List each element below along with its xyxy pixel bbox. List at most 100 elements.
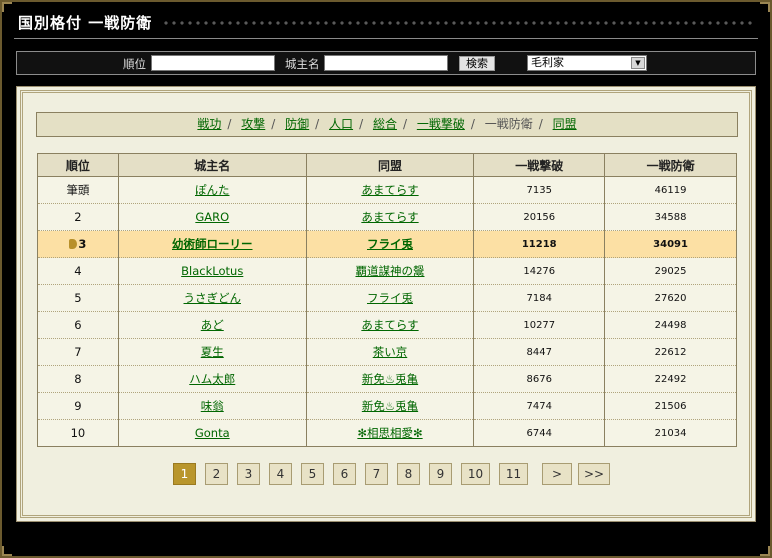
defense-cell: 21506 <box>604 392 737 420</box>
defense-cell: 27620 <box>604 284 737 312</box>
frame-corner <box>760 546 770 556</box>
next-page-button[interactable]: > <box>542 463 572 485</box>
page-button-6[interactable]: 6 <box>333 463 356 485</box>
page-button-8[interactable]: 8 <box>397 463 420 485</box>
tab-separator: / <box>315 117 320 131</box>
rank-cell: 6 <box>37 311 119 339</box>
lord-name-label: 城主名 <box>285 57 320 71</box>
current-user-marker-icon <box>69 239 78 249</box>
table-row: 10 Gonta ✻相思相愛✻ 6744 21034 <box>37 419 737 447</box>
alliance-link[interactable]: フライ兎 <box>367 291 413 305</box>
defense-cell: 46119 <box>604 176 737 204</box>
win-cell: 14276 <box>473 257 606 285</box>
search-bar: 順位 城主名 検索 毛利家 ▼ <box>16 51 756 75</box>
frame-corner <box>760 2 770 12</box>
defense-cell: 22612 <box>604 338 737 366</box>
page-button-7[interactable]: 7 <box>365 463 388 485</box>
lord-link[interactable]: Gonta <box>195 426 230 440</box>
ranking-table: 順位 城主名 同盟 一戦撃破 一戦防衛 筆頭 ぽんた あまてらす 7135 46… <box>37 153 737 447</box>
page-title: 国別格付 一戦防衛 <box>18 14 153 32</box>
country-select[interactable]: 毛利家 ▼ <box>527 55 647 71</box>
chevron-down-icon[interactable]: ▼ <box>631 57 645 69</box>
table-row: 筆頭 ぽんた あまてらす 7135 46119 <box>37 176 737 204</box>
lord-link[interactable]: うさぎどん <box>184 291 242 305</box>
rank-cell: 7 <box>37 338 119 366</box>
lord-link[interactable]: GARO <box>195 210 229 224</box>
rank-cell: 5 <box>37 284 119 312</box>
tab-defense[interactable]: 防御 <box>285 117 309 131</box>
page-button-11[interactable]: 11 <box>499 463 528 485</box>
lord-link[interactable]: 夏生 <box>201 345 224 359</box>
win-cell: 8447 <box>473 338 606 366</box>
page-button-9[interactable]: 9 <box>429 463 452 485</box>
rank-label: 順位 <box>123 57 146 71</box>
alliance-link[interactable]: 新免♨兎亀 <box>362 399 418 413</box>
tab-single-battle-defense-current: 一戦防衛 <box>484 117 533 131</box>
header-single-defense: 一戦防衛 <box>604 153 737 177</box>
alliance-link[interactable]: 覇道謀神の鬶 <box>355 264 424 278</box>
alliance-link[interactable]: フライ兎 <box>367 237 413 251</box>
rank-cell: 2 <box>37 203 119 231</box>
page-button-2[interactable]: 2 <box>205 463 228 485</box>
win-cell: 7474 <box>473 392 606 420</box>
table-row: 4 BlackLotus 覇道謀神の鬶 14276 29025 <box>37 257 737 285</box>
tab-population[interactable]: 人口 <box>329 117 353 131</box>
rank-cell: 9 <box>37 392 119 420</box>
page-button-3[interactable]: 3 <box>237 463 260 485</box>
defense-cell: 34091 <box>604 230 737 258</box>
tab-overall[interactable]: 総合 <box>373 117 397 131</box>
alliance-link[interactable]: あまてらす <box>361 210 418 224</box>
tab-separator: / <box>227 117 232 131</box>
alliance-link[interactable]: ✻相思相愛✻ <box>357 426 422 440</box>
page-button-5[interactable]: 5 <box>301 463 324 485</box>
alliance-link[interactable]: あまてらす <box>361 318 418 332</box>
lord-link[interactable]: 幼術師ローリー <box>172 237 253 251</box>
lord-link[interactable]: ハム太郎 <box>189 372 235 386</box>
header-single-win: 一戦撃破 <box>473 153 606 177</box>
lord-link[interactable]: BlackLotus <box>181 264 243 278</box>
defense-cell: 24498 <box>604 311 737 339</box>
lord-name-input[interactable] <box>324 55 448 71</box>
tab-separator: / <box>470 117 475 131</box>
alliance-link[interactable]: 新免♨兎亀 <box>362 372 418 386</box>
tab-alliance[interactable]: 同盟 <box>553 117 577 131</box>
tab-senkou[interactable]: 戦功 <box>197 117 221 131</box>
table-row-highlighted: 3 幼術師ローリー フライ兎 11218 34091 <box>37 230 737 258</box>
page-button-4[interactable]: 4 <box>269 463 292 485</box>
tab-attack[interactable]: 攻撃 <box>241 117 265 131</box>
rank-cell: 3 <box>78 237 87 251</box>
win-cell: 10277 <box>473 311 606 339</box>
tab-single-battle-win[interactable]: 一戦撃破 <box>417 117 465 131</box>
tab-separator: / <box>271 117 276 131</box>
win-cell: 11218 <box>473 230 606 258</box>
alliance-link[interactable]: 茶い京 <box>373 345 408 359</box>
lord-link[interactable]: ぽんた <box>195 183 230 197</box>
win-cell: 6744 <box>473 419 606 447</box>
win-cell: 7135 <box>473 176 606 204</box>
defense-cell: 29025 <box>604 257 737 285</box>
ranking-tabs: 戦功 / 攻撃 / 防御 / 人口 / 総合 / 一戦撃破 / 一戦防衛 / 同盟 <box>36 112 738 137</box>
header-alliance: 同盟 <box>305 153 475 177</box>
search-button[interactable]: 検索 <box>459 56 495 71</box>
frame-corner <box>2 2 12 12</box>
page-button-1[interactable]: 1 <box>173 463 196 485</box>
table-header-row: 順位 城主名 同盟 一戦撃破 一戦防衛 <box>37 153 737 177</box>
lord-link[interactable]: 味翁 <box>201 399 224 413</box>
win-cell: 7184 <box>473 284 606 312</box>
defense-cell: 22492 <box>604 365 737 393</box>
tab-separator: / <box>538 117 543 131</box>
header-lord: 城主名 <box>117 153 307 177</box>
title-decoration <box>162 20 752 26</box>
alliance-link[interactable]: あまてらす <box>361 183 418 197</box>
table-row: 8 ハム太郎 新免♨兎亀 8676 22492 <box>37 365 737 393</box>
page-button-10[interactable]: 10 <box>461 463 490 485</box>
rank-cell: 筆頭 <box>37 176 119 204</box>
table-row: 9 味翁 新免♨兎亀 7474 21506 <box>37 392 737 420</box>
lord-link[interactable]: あど <box>201 318 224 332</box>
table-row: 2 GARO あまてらす 20156 34588 <box>37 203 737 231</box>
table-row: 6 あど あまてらす 10277 24498 <box>37 311 737 339</box>
defense-cell: 21034 <box>604 419 737 447</box>
last-page-button[interactable]: >> <box>578 463 610 485</box>
defense-cell: 34588 <box>604 203 737 231</box>
rank-input[interactable] <box>151 55 275 71</box>
